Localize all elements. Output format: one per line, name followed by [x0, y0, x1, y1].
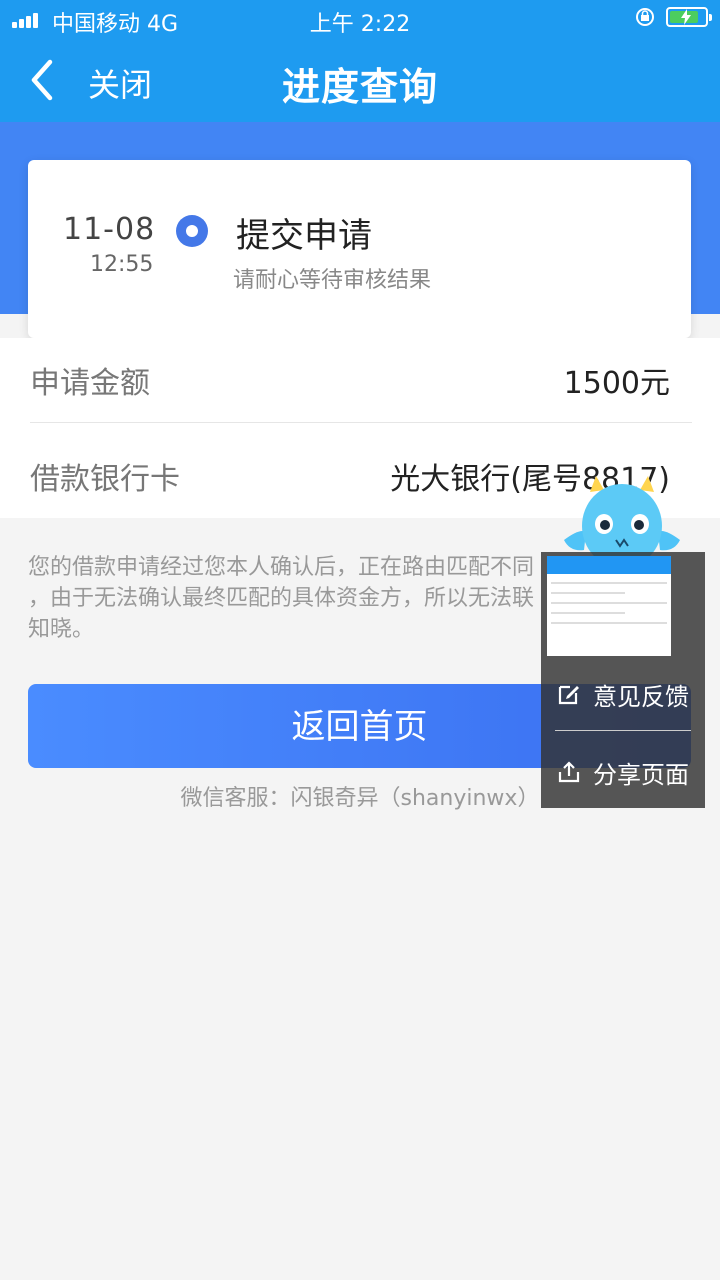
feedback-label: 意见反馈 — [593, 682, 689, 711]
floating-menu: 意见反馈 分享页面 — [541, 552, 705, 808]
battery-icon — [666, 7, 712, 27]
divider — [555, 730, 691, 731]
page-thumbnail[interactable] — [547, 556, 671, 656]
progress-date: 11-08 — [63, 212, 156, 247]
amount-value: 1500元 — [563, 366, 670, 401]
step-description: 请耐心等待审核结果 — [233, 268, 432, 293]
bank-card-label: 借款银行卡 — [30, 462, 180, 497]
amount-row: 申请金额 1500元 — [30, 338, 692, 423]
progress-card: 11-08 12:55 提交申请 请耐心等待审核结果 — [28, 160, 691, 338]
share-button[interactable]: 分享页面 — [557, 752, 697, 792]
feedback-button[interactable]: 意见反馈 — [557, 674, 697, 714]
step-title: 提交申请 — [236, 216, 372, 256]
edit-icon — [558, 685, 579, 705]
step-dot-icon — [176, 215, 208, 247]
share-icon — [558, 761, 580, 783]
amount-label: 申请金额 — [30, 366, 150, 401]
progress-time: 12:55 — [90, 252, 154, 277]
nav-bar: 关闭 进度查询 — [0, 40, 720, 122]
page-title: 进度查询 — [281, 65, 438, 109]
status-bar: 中国移动 4G 上午 2:22 — [0, 0, 720, 40]
share-label: 分享页面 — [593, 760, 689, 789]
rotation-lock-icon — [636, 8, 654, 26]
clock: 上午 2:22 — [309, 12, 411, 37]
